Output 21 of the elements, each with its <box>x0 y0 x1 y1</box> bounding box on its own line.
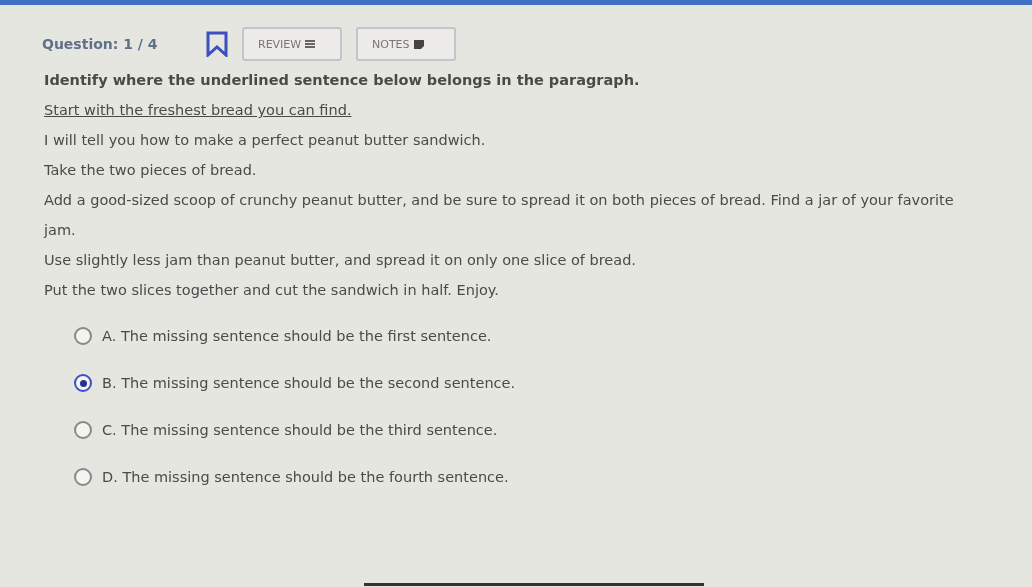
underlined-sentence: Start with the freshest bread you can find. <box>44 101 353 120</box>
paragraph-sentence: Use slightly less jam than peanut butter, and spread it on only one slice of bread. <box>44 251 637 270</box>
review-button[interactable]: REVIEW <box>242 27 342 61</box>
option-label[interactable]: D. The missing sentence should be the fourth sentence. <box>102 469 509 485</box>
radio-button[interactable] <box>74 421 92 439</box>
note-icon <box>413 39 424 49</box>
paragraph-sentence: Put the two slices together and cut the sandwich in half. Enjoy. <box>44 281 500 300</box>
bookmark-icon[interactable] <box>206 31 228 57</box>
option-label[interactable]: B. The missing sentence should be the second sentence. <box>102 375 516 391</box>
list-icon <box>305 40 316 48</box>
paragraph-sentence: Take the two pieces of bread. <box>44 161 258 180</box>
option-label[interactable]: A. The missing sentence should be the first sentence. <box>102 328 492 344</box>
radio-button[interactable] <box>74 374 92 392</box>
radio-button[interactable] <box>74 468 92 486</box>
notes-button[interactable]: NOTES <box>356 27 456 61</box>
question-counter: Question: 1 / 4 <box>42 36 159 52</box>
question-prompt: Identify where the underlined sentence below belongs in the paragraph. <box>44 71 641 90</box>
option-label[interactable]: C. The missing sentence should be the third sentence. <box>102 422 498 438</box>
paragraph-sentence: Add a good-sized scoop of crunchy peanut butter, and be sure to spread it on both pieces of bread. Find a jar of your favorite jam. <box>44 191 955 240</box>
paragraph-sentence: I will tell you how to make a perfect peanut butter sandwich. <box>44 131 487 150</box>
radio-button[interactable] <box>74 327 92 345</box>
